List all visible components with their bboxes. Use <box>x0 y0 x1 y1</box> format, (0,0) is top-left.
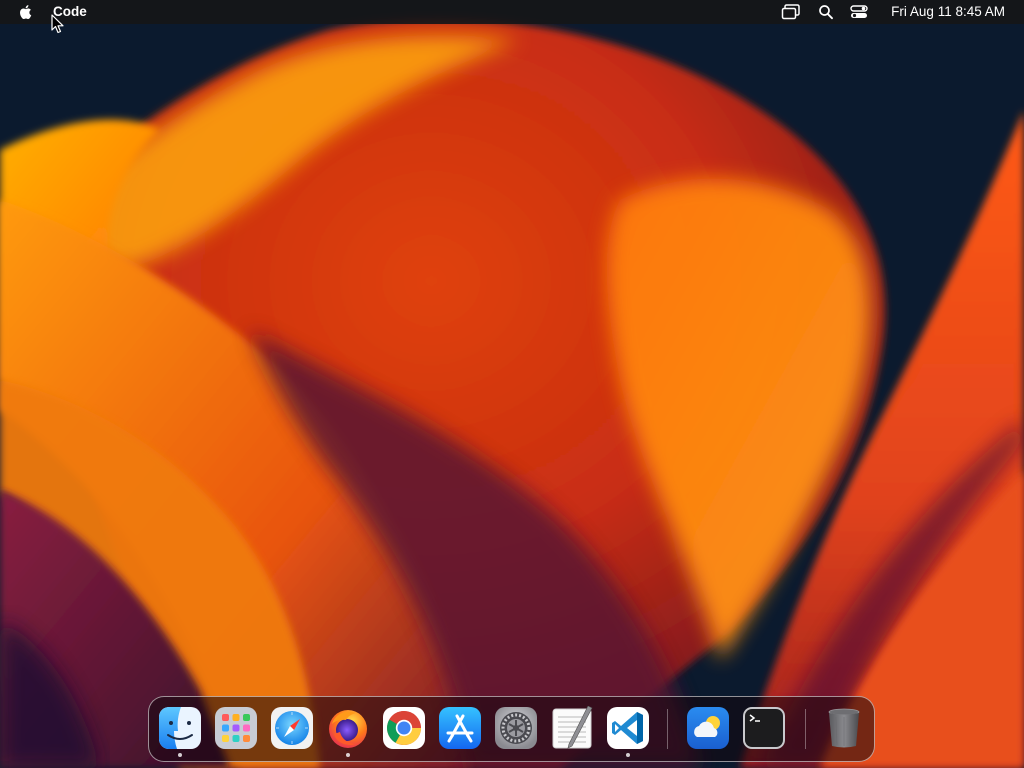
dock-item-vscode[interactable] <box>606 706 650 757</box>
dock-item-app-store[interactable] <box>438 706 482 750</box>
apple-icon[interactable] <box>17 3 35 21</box>
chrome-icon <box>383 707 425 749</box>
mouse-cursor-icon <box>51 14 64 34</box>
running-indicator <box>346 753 350 757</box>
dock-item-finder[interactable] <box>158 706 202 757</box>
menu-bar-clock[interactable]: Fri Aug 11 8:45 AM <box>891 4 1005 19</box>
dock-item-trash[interactable] <box>822 706 866 750</box>
terminal-icon <box>743 707 785 749</box>
gear-icon <box>495 707 537 749</box>
dock <box>148 696 875 762</box>
running-indicator <box>178 753 182 757</box>
menu-bar: Code Fri Aug 11 8:45 AM <box>0 0 1024 24</box>
running-indicator <box>626 753 630 757</box>
dock-divider <box>667 709 668 749</box>
screen-mirroring-icon[interactable] <box>781 3 801 21</box>
app-store-icon <box>439 707 481 749</box>
dock-item-weather[interactable] <box>686 706 730 750</box>
search-icon[interactable] <box>818 3 834 21</box>
dock-item-safari[interactable] <box>270 706 314 750</box>
wallpaper <box>0 0 1024 768</box>
firefox-icon <box>329 710 367 748</box>
dock-item-textedit[interactable] <box>550 706 594 750</box>
dock-item-system-settings[interactable] <box>494 706 538 750</box>
dock-item-chrome[interactable] <box>382 706 426 750</box>
weather-icon <box>687 707 729 749</box>
dock-item-terminal[interactable] <box>742 706 786 750</box>
control-center-icon[interactable] <box>850 3 868 21</box>
finder-icon <box>159 707 201 749</box>
safari-icon <box>271 707 313 749</box>
trash-icon <box>828 708 860 748</box>
desktop[interactable]: Code Fri Aug 11 8:45 AM <box>0 0 1024 768</box>
dock-item-firefox[interactable] <box>326 706 370 757</box>
dock-item-launchpad[interactable] <box>214 706 258 750</box>
dock-divider <box>805 709 806 749</box>
launchpad-icon <box>215 707 257 749</box>
textedit-icon <box>552 706 593 749</box>
vscode-icon <box>607 707 649 749</box>
